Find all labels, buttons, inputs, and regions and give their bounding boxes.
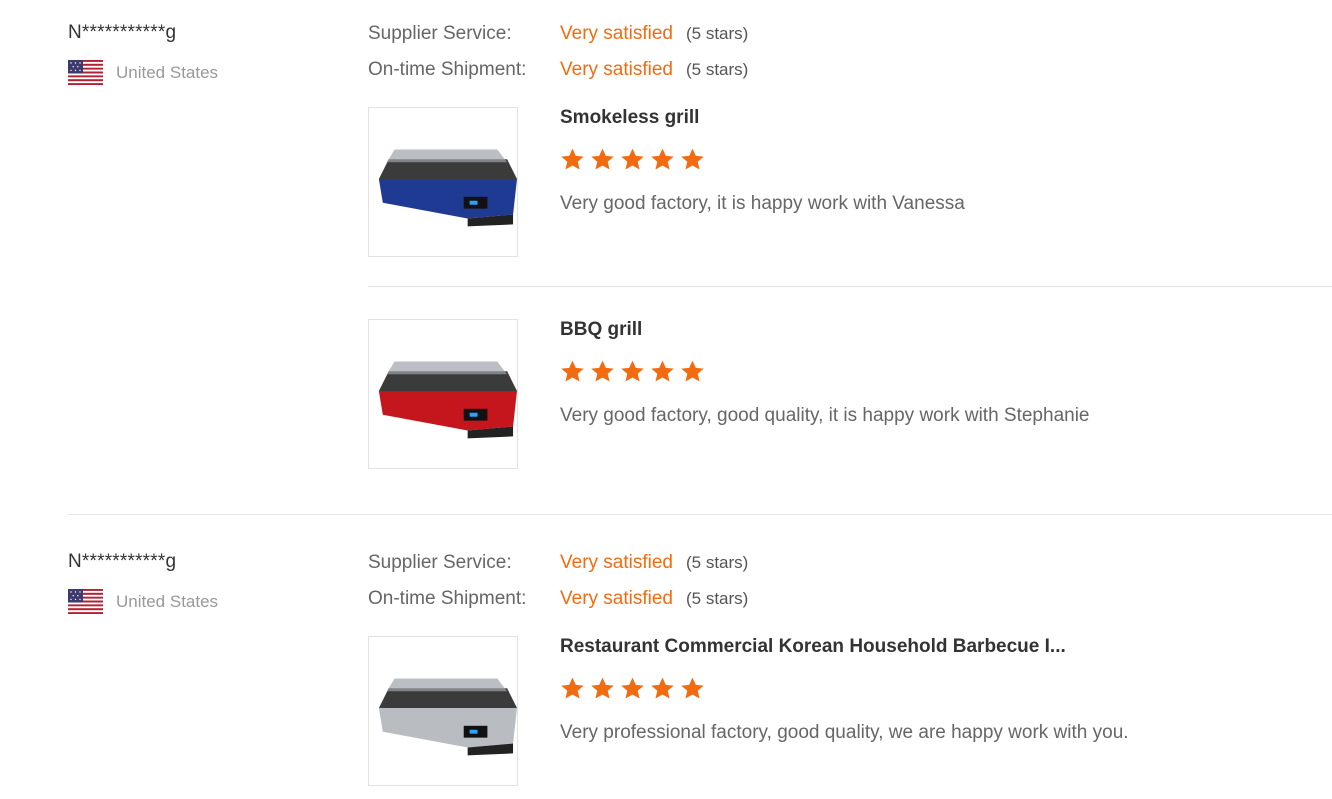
rating-stars-text: (5 stars) — [686, 24, 749, 43]
star-icon — [591, 677, 614, 699]
review-comment: Very good factory, it is happy work with… — [560, 193, 965, 214]
review-item: N***********g United States Supplier Ser… — [68, 514, 1332, 799]
rating-supplier-service: Supplier Service: Very satisfied (5 star… — [368, 23, 748, 45]
rating-value: Very satisfied — [560, 552, 673, 573]
product-title[interactable]: Restaurant Commercial Korean Household B… — [560, 636, 1066, 658]
buyer-name: N***********g — [68, 551, 177, 572]
star-icon — [561, 677, 584, 699]
country-label: United States — [116, 62, 219, 82]
star-icon — [591, 148, 614, 170]
rating-value: Very satisfied — [560, 23, 673, 44]
star-icon — [621, 148, 644, 170]
product-title[interactable]: BBQ grill — [560, 319, 642, 341]
buyer-country: United States — [68, 589, 218, 614]
review-item: N***********g United States Supplier Ser… — [0, 0, 1332, 514]
country-label: United States — [116, 591, 219, 611]
buyer-country: United States — [68, 60, 218, 85]
star-icon — [561, 360, 584, 382]
rating-stars-text: (5 stars) — [686, 553, 749, 572]
red-grill-image — [378, 361, 517, 439]
us-flag-icon — [68, 589, 103, 614]
star-icon — [651, 148, 674, 170]
rating-ontime-shipment: On-time Shipment: Very satisfied (5 star… — [368, 59, 748, 81]
rating-label: Supplier Service: — [368, 552, 512, 573]
star-icon — [681, 360, 704, 382]
rating-stars-text: (5 stars) — [686, 589, 749, 608]
product-review: Smokeless grill Very good factory, it is… — [368, 107, 1332, 287]
rating-stars-text: (5 stars) — [686, 60, 749, 79]
rating-label: Supplier Service: — [368, 23, 512, 44]
star-icon — [561, 148, 584, 170]
star-icon — [681, 148, 704, 170]
product-thumbnail[interactable] — [368, 636, 518, 786]
star-icon — [591, 360, 614, 382]
rating-value: Very satisfied — [560, 588, 673, 609]
product-star-rating — [560, 676, 705, 701]
review-comment: Very professional factory, good quality,… — [560, 722, 1129, 743]
silver-grill-image — [378, 678, 517, 756]
buyer-name: N***********g — [68, 22, 177, 43]
rating-label: On-time Shipment: — [368, 588, 527, 609]
rating-ontime-shipment: On-time Shipment: Very satisfied (5 star… — [368, 588, 748, 610]
star-icon — [651, 677, 674, 699]
rating-label: On-time Shipment: — [368, 59, 527, 80]
product-review: BBQ grill Very good factory, good qualit… — [368, 319, 1332, 499]
star-icon — [681, 677, 704, 699]
product-thumbnail[interactable] — [368, 107, 518, 257]
us-flag-icon — [68, 60, 103, 85]
product-review: Restaurant Commercial Korean Household B… — [368, 636, 1332, 799]
product-title[interactable]: Smokeless grill — [560, 107, 699, 129]
star-icon — [651, 360, 674, 382]
product-thumbnail[interactable] — [368, 319, 518, 469]
product-star-rating — [560, 147, 705, 172]
rating-supplier-service: Supplier Service: Very satisfied (5 star… — [368, 552, 748, 574]
review-comment: Very good factory, good quality, it is h… — [560, 405, 1090, 426]
star-icon — [621, 677, 644, 699]
star-icon — [621, 360, 644, 382]
product-star-rating — [560, 359, 705, 384]
rating-value: Very satisfied — [560, 59, 673, 80]
blue-grill-image — [378, 149, 517, 227]
